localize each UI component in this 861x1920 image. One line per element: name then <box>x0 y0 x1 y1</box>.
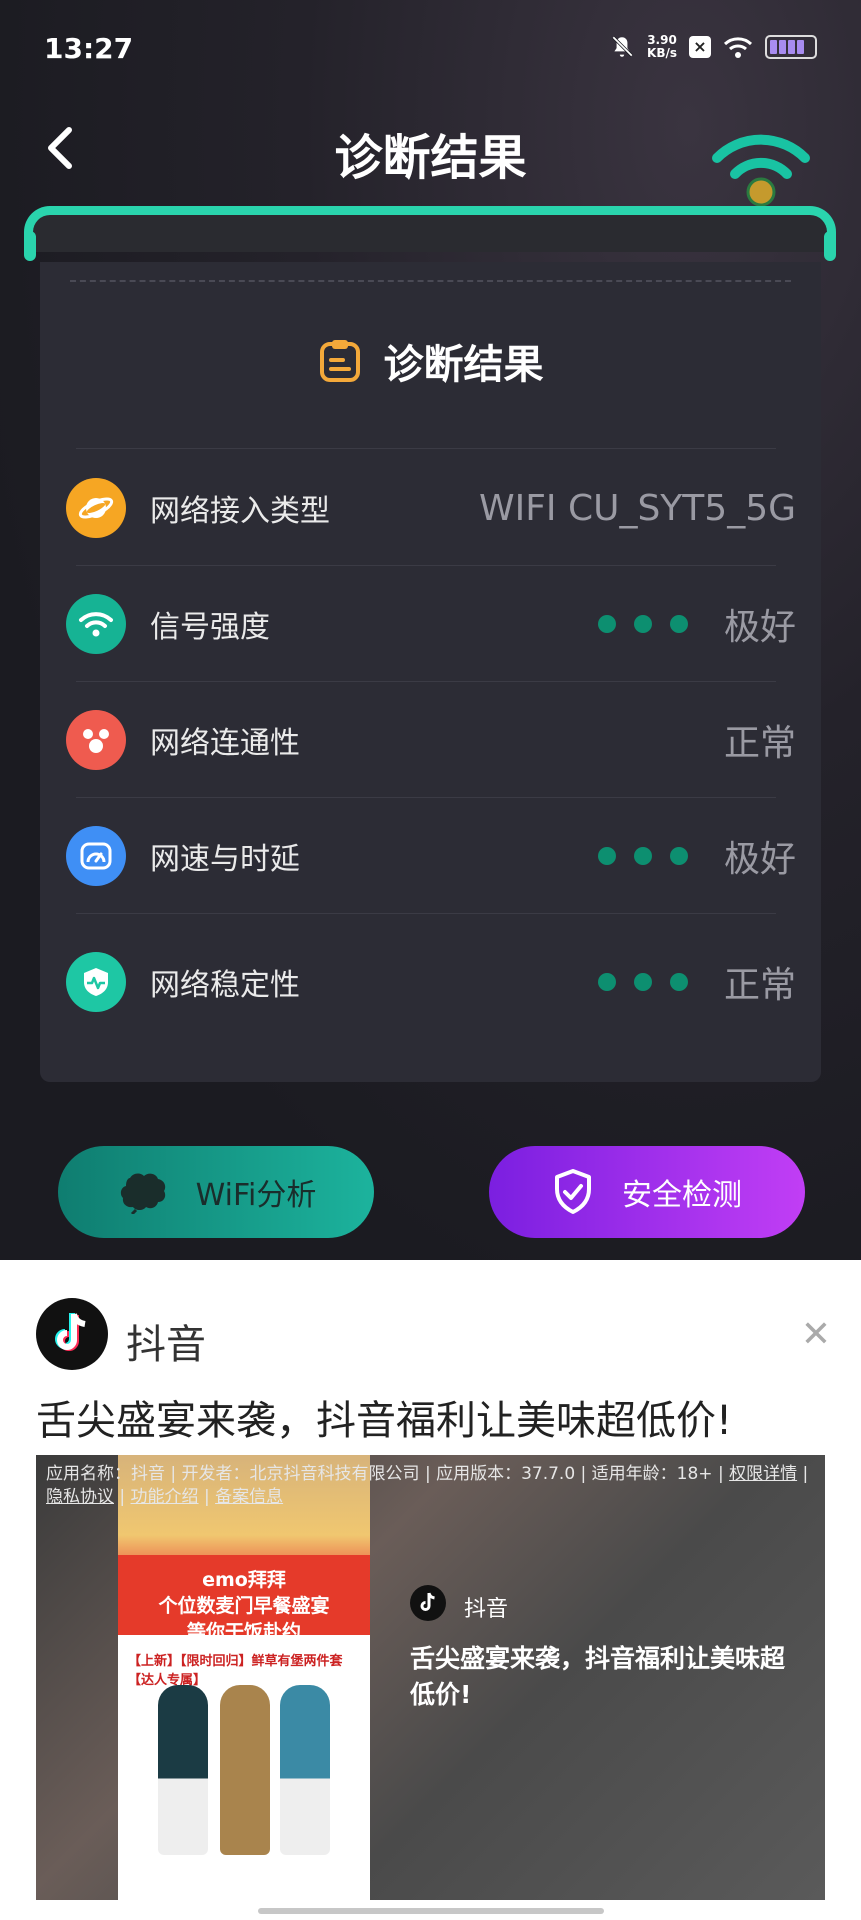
status-icons: 3.90 KB/s × <box>609 34 817 60</box>
filing-link[interactable]: 备案信息 <box>215 1487 283 1507</box>
network-speed: 3.90 KB/s <box>647 34 677 60</box>
permissions-link[interactable]: 权限详情 <box>729 1464 797 1484</box>
security-check-button[interactable]: 安全检测 <box>489 1146 805 1238</box>
row-label: 网络稳定性 <box>150 968 300 1003</box>
row-divider <box>76 913 776 914</box>
ad-slogan: 舌尖盛宴来袭，抖音福利让美味超低价! <box>36 1398 733 1444</box>
ad-app-info: 应用名称：抖音 | 开发者：北京抖音科技有限公司 | 应用版本：37.7.0 |… <box>46 1463 816 1509</box>
card-title: 诊断结果 <box>383 342 544 388</box>
close-icon[interactable]: ✕ <box>801 1314 831 1355</box>
ad-info-text: 应用名称：抖音 | 开发者：北京抖音科技有限公司 | 应用版本：37.7.0 |… <box>46 1464 730 1484</box>
banner-line: 个位数麦门早餐盛宴 <box>158 1595 330 1617</box>
dancer-figure <box>220 1685 270 1855</box>
ad-media-app-name: 抖音 <box>464 1597 509 1622</box>
row-signal-strength: 信号强度 极好 <box>66 566 796 682</box>
separator: | <box>114 1487 131 1507</box>
app-notification-icon: × <box>689 36 711 58</box>
banner-line: emo拜拜 <box>202 1569 286 1591</box>
ad-media[interactable]: 应用名称：抖音 | 开发者：北京抖音科技有限公司 | 应用版本：37.7.0 |… <box>36 1455 825 1900</box>
row-value: 极好 <box>723 839 796 880</box>
ad-product-title: 【上新】【限时回归】鲜草有堡两件套【达人专属】 <box>128 1654 343 1688</box>
row-label: 网速与时延 <box>150 842 300 877</box>
separator: | <box>198 1487 216 1507</box>
row-speed-latency: 网速与时延 极好 <box>66 798 796 914</box>
ad-app-name: 抖音 <box>126 1322 206 1368</box>
ad-screenshot-banner: emo拜拜 个位数麦门早餐盛宴 等你干饭赴约 <box>118 1555 370 1643</box>
status-time: 13:27 <box>44 32 134 65</box>
wifi-analysis-label: WiFi分析 <box>195 1178 317 1213</box>
row-value: 极好 <box>723 607 796 648</box>
ad-media-slogan: 舌尖盛宴来袭，抖音福利让美味超低价! <box>410 1644 786 1709</box>
row-divider <box>76 448 776 449</box>
banner-line: 等你干饭赴约 <box>186 1621 301 1643</box>
row-stability: 网络稳定性 正常 <box>66 924 796 1040</box>
divider <box>70 280 791 282</box>
ad-banner[interactable]: 抖音 ✕ 舌尖盛宴来袭，抖音福利让美味超低价! 应用名称：抖音 | 开发者：北京… <box>0 1260 861 1920</box>
printer-slot <box>24 206 836 261</box>
separator: | <box>797 1464 809 1484</box>
row-label: 网络接入类型 <box>150 494 330 529</box>
diagnosis-card: 诊断结果 网络接入类型 WIFI CU_SYT5_5G 信号强度 极好 网络连通… <box>40 262 821 1082</box>
row-access-type: 网络接入类型 WIFI CU_SYT5_5G <box>66 450 796 566</box>
security-check-label: 安全检测 <box>622 1178 742 1213</box>
speed-unit: KB/s <box>647 46 677 60</box>
nav-bar: 诊断结果 <box>0 100 861 207</box>
level-dots <box>597 615 688 633</box>
wifi-globe-icon <box>712 134 810 207</box>
wifi-icon <box>66 594 126 654</box>
card-header: 诊断结果 <box>40 332 821 390</box>
brain-icon <box>120 1173 165 1214</box>
clipboard-icon <box>319 340 360 382</box>
dancer-figure <box>280 1685 330 1855</box>
douyin-small-logo-icon <box>410 1585 446 1621</box>
level-dots <box>597 847 688 865</box>
status-bar: 13:27 3.90 KB/s × <box>0 0 861 100</box>
home-indicator[interactable] <box>258 1908 604 1914</box>
privacy-link[interactable]: 隐私协议 <box>46 1487 114 1507</box>
shield-pulse-icon <box>66 952 126 1012</box>
row-label: 网络连通性 <box>150 726 300 761</box>
connectivity-icon <box>66 710 126 770</box>
speedometer-icon <box>66 826 126 886</box>
level-dots <box>597 973 688 991</box>
wifi-status-icon <box>723 37 753 58</box>
planet-icon <box>66 478 126 538</box>
battery-icon <box>765 35 817 59</box>
row-value: 正常 <box>723 723 796 764</box>
features-link[interactable]: 功能介绍 <box>131 1487 199 1507</box>
row-label: 信号强度 <box>150 610 270 645</box>
douyin-logo-icon[interactable] <box>36 1298 108 1370</box>
mute-bell-icon <box>612 36 633 57</box>
wifi-analysis-button[interactable]: WiFi分析 <box>58 1146 374 1238</box>
shield-check-icon <box>555 1169 591 1214</box>
row-value: WIFI CU_SYT5_5G <box>478 487 796 529</box>
row-value: 正常 <box>723 965 796 1006</box>
ad-screenshot: emo拜拜 个位数麦门早餐盛宴 等你干饭赴约 【上新】【限时回归】鲜草有堡两件套… <box>118 1455 370 1900</box>
row-connectivity: 网络连通性 正常 <box>66 682 796 798</box>
dancer-figure <box>158 1685 208 1855</box>
